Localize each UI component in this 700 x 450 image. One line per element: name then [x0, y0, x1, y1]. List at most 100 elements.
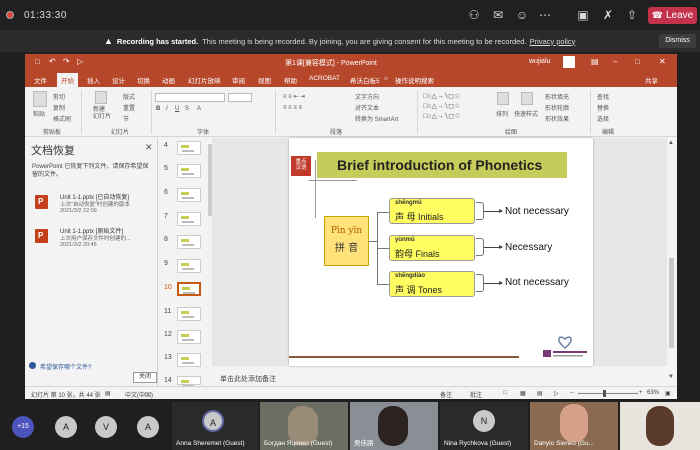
mic-muted-icon[interactable]: ✗	[600, 7, 616, 23]
cut-button[interactable]: 剪切	[53, 92, 65, 101]
shape-fill-button[interactable]: 形状填充	[545, 92, 569, 101]
more-participants[interactable]: +15	[12, 416, 34, 438]
people-icon[interactable]: ⚇	[466, 7, 482, 23]
participant-avatar[interactable]: A	[137, 416, 159, 438]
user-avatar[interactable]	[563, 56, 575, 68]
chat-icon[interactable]: ✉	[490, 7, 506, 23]
font-size-dropdown[interactable]	[228, 93, 252, 102]
zoom-level[interactable]: 63%	[647, 390, 659, 396]
comments-button[interactable]: 批注	[470, 390, 482, 399]
shadow-icon[interactable]: S	[185, 106, 189, 112]
leave-button[interactable]: ☎ Leave	[648, 7, 697, 24]
replace-button[interactable]: 替换	[597, 103, 609, 112]
font-name-dropdown[interactable]	[155, 93, 225, 102]
participant-tile[interactable]: 吴佳路	[350, 402, 438, 450]
participant-avatar[interactable]: V	[95, 416, 117, 438]
undo-icon[interactable]: ↶	[49, 57, 56, 66]
tab-view[interactable]: 视图	[258, 75, 271, 85]
bold-icon[interactable]: B	[156, 106, 160, 112]
redo-icon[interactable]: ↷	[63, 57, 70, 66]
italic-icon[interactable]: I	[166, 106, 168, 112]
tell-me-search[interactable]: 操作说明搜索	[395, 75, 434, 85]
tab-seewo[interactable]: 希沃白板5	[350, 75, 380, 85]
slide-thumbnail[interactable]	[177, 353, 201, 367]
close-pane-icon[interactable]: ✕	[145, 142, 153, 153]
slide-thumbnail-active[interactable]	[177, 282, 201, 296]
slide-thumbnail[interactable]	[177, 330, 201, 344]
text-direction-button[interactable]: 文字方向	[355, 92, 379, 101]
section-button[interactable]: 节	[123, 114, 129, 123]
zoom-in-icon[interactable]: +	[639, 390, 643, 396]
shapes-gallery-icon[interactable]: □○△→∖◻☆	[423, 92, 460, 100]
layout-button[interactable]: 版式	[123, 92, 135, 101]
scroll-thumb[interactable]	[669, 258, 674, 348]
zoom-slider-thumb[interactable]	[603, 390, 606, 397]
share-screen-icon[interactable]: ⇧	[624, 7, 640, 23]
present-icon[interactable]: ▷	[77, 57, 83, 66]
privacy-policy-link[interactable]: Privacy policy	[530, 37, 576, 46]
copy-button[interactable]: 复制	[53, 103, 65, 112]
underline-icon[interactable]: U	[175, 106, 179, 112]
recovery-close-button[interactable]: 关闭	[133, 372, 157, 383]
help-link[interactable]: 希望保存哪个文件?	[29, 362, 91, 371]
bullets-icon[interactable]: ≡ ≡ ⇤ ⇥	[283, 93, 305, 100]
tab-design[interactable]: 设计	[112, 75, 125, 85]
select-button[interactable]: 选择	[597, 114, 609, 123]
more-options-icon[interactable]: ⋯	[537, 7, 553, 23]
convert-smartart-button[interactable]: 转换为 SmartArt	[355, 114, 398, 123]
tab-slideshow[interactable]: 幻灯片放映	[188, 75, 221, 85]
notes-pane[interactable]: 单击此处添加备注	[212, 371, 667, 386]
spellcheck-icon[interactable]: ▤	[105, 390, 111, 397]
camera-icon[interactable]: ▣	[575, 7, 591, 23]
format-painter-button[interactable]: 格式刷	[53, 114, 71, 123]
dismiss-button[interactable]: Dismiss	[659, 34, 696, 48]
shape-outline-button[interactable]: 形状轮廓	[545, 103, 569, 112]
sorter-view-icon[interactable]: ▦	[520, 390, 526, 397]
notes-button[interactable]: 备注	[440, 390, 452, 399]
scroll-down-icon[interactable]: ▼	[668, 374, 674, 380]
tab-transitions[interactable]: 切换	[137, 75, 150, 85]
reading-view-icon[interactable]: ▤	[537, 390, 543, 397]
share-button[interactable]: 共享	[645, 75, 658, 85]
slide-thumbnail[interactable]	[177, 188, 201, 202]
vertical-scrollbar[interactable]: ▲ ▼	[667, 138, 677, 386]
tab-help[interactable]: 帮助	[284, 75, 297, 85]
shapes-gallery-row-icon[interactable]: □○△→∖◻☆	[423, 112, 460, 120]
participant-tile[interactable]: Богдан Яценко (Guest)	[260, 402, 348, 450]
slide-thumbnail[interactable]	[177, 376, 201, 387]
ribbon-display-icon[interactable]: ▤	[591, 57, 599, 66]
slide-thumbnail[interactable]	[177, 164, 201, 178]
participant-tile[interactable]	[620, 402, 700, 450]
align-icon[interactable]: ≡ ≡ ≡ ≡	[283, 105, 302, 111]
close-window-icon[interactable]: ✕	[659, 57, 666, 66]
participant-tile[interactable]: N Nina Rychkova (Guest)	[440, 402, 528, 450]
reactions-icon[interactable]: ☺	[514, 7, 530, 23]
tab-file[interactable]: 文件	[34, 75, 47, 85]
tab-insert[interactable]: 插入	[87, 75, 100, 85]
normal-view-icon[interactable]: □	[503, 390, 507, 396]
participant-tile[interactable]: Danylo Sienko (Gu...	[530, 402, 618, 450]
shape-effects-button[interactable]: 形状效果	[545, 114, 569, 123]
zoom-out-icon[interactable]: –	[570, 390, 573, 396]
new-slide-icon[interactable]	[95, 91, 107, 104]
participant-tile[interactable]: A Anna Sheremet (Guest)	[172, 402, 258, 450]
align-text-button[interactable]: 对齐文本	[355, 103, 379, 112]
save-icon[interactable]: □	[35, 57, 40, 66]
paste-icon[interactable]	[33, 91, 47, 107]
restore-icon[interactable]: □	[635, 57, 640, 66]
shapes-gallery-row-icon[interactable]: □○△→∖◻☆	[423, 102, 460, 110]
slide-thumbnail[interactable]	[177, 212, 201, 226]
tab-home[interactable]: 开始	[57, 73, 78, 87]
zoom-slider[interactable]	[578, 393, 638, 394]
participant-avatar[interactable]: A	[55, 416, 77, 438]
tab-review[interactable]: 审阅	[232, 75, 245, 85]
fit-slide-icon[interactable]: ▣	[665, 390, 671, 397]
current-slide[interactable]: 重点 汉语 Brief introduction of Phonetics Pī…	[289, 138, 593, 366]
find-button[interactable]: 查找	[597, 92, 609, 101]
scroll-up-icon[interactable]: ▲	[668, 140, 674, 146]
tab-animations[interactable]: 动画	[162, 75, 175, 85]
minimize-icon[interactable]: –	[613, 57, 617, 66]
slide-thumbnail[interactable]	[177, 141, 201, 155]
quick-styles-icon[interactable]	[521, 92, 533, 105]
reset-button[interactable]: 重置	[123, 103, 135, 112]
